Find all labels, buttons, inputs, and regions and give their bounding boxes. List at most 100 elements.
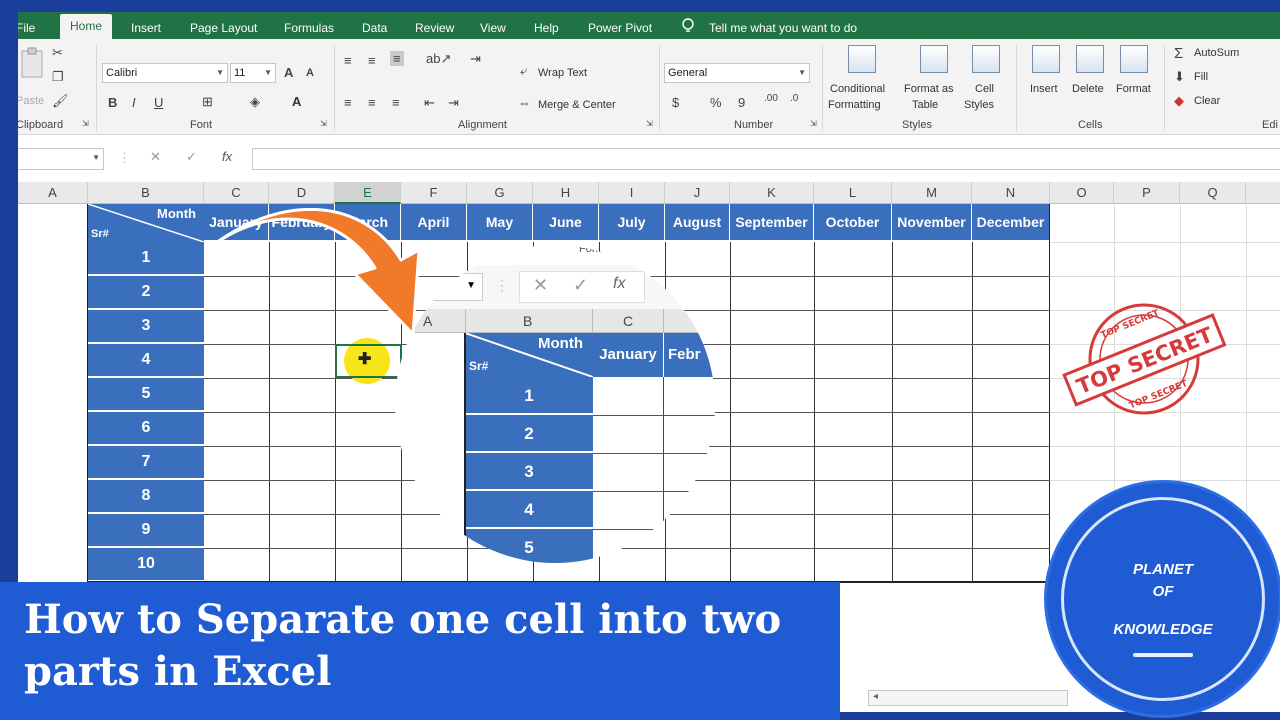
month-header[interactable]: November bbox=[892, 204, 972, 240]
column-header-p[interactable]: P bbox=[1114, 182, 1180, 204]
tab-file[interactable]: File bbox=[18, 17, 35, 39]
merge-center-icon[interactable]: ⇔ bbox=[518, 95, 531, 110]
column-header-q[interactable]: Q bbox=[1180, 182, 1246, 204]
month-header[interactable]: June bbox=[533, 204, 599, 240]
copy-icon[interactable]: ❐ bbox=[52, 69, 64, 85]
column-header-g[interactable]: G bbox=[467, 182, 533, 204]
conditional-formatting-icon[interactable] bbox=[848, 45, 876, 73]
column-header-a[interactable]: A bbox=[18, 182, 88, 204]
conditional-formatting-line2[interactable]: Formatting bbox=[828, 99, 881, 111]
cancel-icon[interactable]: ✕ bbox=[150, 149, 161, 165]
font-color-icon[interactable]: A bbox=[292, 94, 301, 109]
orientation-icon[interactable]: ab↗ bbox=[426, 51, 451, 67]
tab-help[interactable]: Help bbox=[534, 17, 559, 39]
serial-cell[interactable]: 2 bbox=[88, 276, 204, 310]
tab-power-pivot[interactable]: Power Pivot bbox=[588, 17, 652, 39]
tab-formulas[interactable]: Formulas bbox=[284, 17, 334, 39]
number-launcher-icon[interactable]: ⇲ bbox=[810, 119, 817, 128]
clear-icon[interactable]: ◆ bbox=[1174, 93, 1184, 109]
number-format-select[interactable]: General ▼ bbox=[664, 63, 810, 83]
bold-button[interactable]: B bbox=[108, 95, 117, 110]
clipboard-launcher-icon[interactable]: ⇲ bbox=[82, 119, 89, 128]
format-as-table-icon[interactable] bbox=[920, 45, 948, 73]
insert-cells-button[interactable]: Insert bbox=[1030, 83, 1058, 95]
tab-home[interactable]: Home bbox=[60, 14, 113, 39]
serial-cell[interactable]: 4 bbox=[88, 344, 204, 378]
cell-styles-line2[interactable]: Styles bbox=[964, 99, 994, 111]
tab-review[interactable]: Review bbox=[415, 17, 454, 39]
merge-center-button[interactable]: Merge & Center bbox=[538, 99, 616, 111]
insert-cells-icon[interactable] bbox=[1032, 45, 1060, 73]
clear-button[interactable]: Clear bbox=[1194, 95, 1220, 107]
column-header-j[interactable]: J bbox=[665, 182, 730, 204]
currency-icon[interactable]: $ bbox=[672, 95, 679, 110]
decrease-decimal-icon[interactable]: .0 bbox=[790, 93, 798, 104]
increase-indent-icon[interactable]: ⇥ bbox=[448, 95, 459, 111]
tab-page-layout[interactable]: Page Layout bbox=[190, 17, 257, 39]
serial-cell[interactable]: 10 bbox=[88, 548, 204, 582]
formula-input[interactable] bbox=[252, 148, 1280, 170]
serial-cell[interactable]: 1 bbox=[88, 242, 204, 276]
font-launcher-icon[interactable]: ⇲ bbox=[320, 119, 327, 128]
format-as-table-line2[interactable]: Table bbox=[912, 99, 938, 111]
column-header-d[interactable]: D bbox=[269, 182, 335, 204]
font-name-select[interactable]: Calibri ▼ bbox=[102, 63, 228, 83]
align-bottom-icon[interactable]: ≡ bbox=[390, 51, 404, 66]
indent-icon[interactable]: ⇥ bbox=[470, 51, 481, 67]
scroll-left-icon[interactable]: ◂ bbox=[873, 691, 878, 702]
percent-icon[interactable]: % bbox=[710, 95, 722, 110]
fill-button[interactable]: Fill bbox=[1194, 71, 1208, 83]
alignment-launcher-icon[interactable]: ⇲ bbox=[646, 119, 653, 128]
paste-icon[interactable] bbox=[20, 47, 48, 87]
align-center-icon[interactable]: ≡ bbox=[368, 95, 376, 110]
font-size-select[interactable]: 11 ▼ bbox=[230, 63, 276, 83]
month-header[interactable]: July bbox=[599, 204, 665, 240]
enter-icon[interactable]: ✓ bbox=[186, 149, 197, 165]
column-header-o[interactable]: O bbox=[1050, 182, 1114, 204]
delete-cells-button[interactable]: Delete bbox=[1072, 83, 1104, 95]
align-middle-icon[interactable]: ≡ bbox=[368, 53, 376, 68]
column-header-h[interactable]: H bbox=[533, 182, 599, 204]
column-header-k[interactable]: K bbox=[730, 182, 814, 204]
serial-cell[interactable]: 7 bbox=[88, 446, 204, 480]
delete-cells-icon[interactable] bbox=[1076, 45, 1104, 73]
month-header[interactable]: May bbox=[467, 204, 533, 240]
align-right-icon[interactable]: ≡ bbox=[392, 95, 400, 110]
borders-icon[interactable]: ⊞ bbox=[202, 94, 213, 110]
cell-styles-line1[interactable]: Cell bbox=[975, 83, 994, 95]
comma-icon[interactable]: 9 bbox=[738, 95, 745, 110]
serial-cell[interactable]: 9 bbox=[88, 514, 204, 548]
column-header-f[interactable]: F bbox=[401, 182, 467, 204]
align-top-icon[interactable]: ≡ bbox=[344, 53, 352, 68]
horizontal-scrollbar[interactable]: ◂ bbox=[868, 690, 1068, 706]
tell-me-search[interactable]: Tell me what you want to do bbox=[709, 17, 857, 39]
month-header[interactable]: September bbox=[730, 204, 814, 240]
decrease-font-icon[interactable]: A bbox=[306, 67, 314, 79]
autosum-button[interactable]: AutoSum bbox=[1194, 47, 1239, 59]
autosum-icon[interactable]: Σ bbox=[1174, 45, 1183, 62]
decrease-indent-icon[interactable]: ⇤ bbox=[424, 95, 435, 111]
corner-header-cell[interactable]: Month Sr# bbox=[88, 204, 204, 242]
month-header[interactable]: August bbox=[665, 204, 730, 240]
month-header[interactable]: October bbox=[814, 204, 892, 240]
column-header-r[interactable] bbox=[1246, 182, 1280, 204]
cell-styles-icon[interactable] bbox=[972, 45, 1000, 73]
column-header-b[interactable]: B bbox=[88, 182, 204, 204]
column-header-n[interactable]: N bbox=[972, 182, 1050, 204]
column-header-e[interactable]: E bbox=[335, 182, 401, 204]
wrap-text-button[interactable]: Wrap Text bbox=[538, 67, 587, 79]
format-painter-icon[interactable]: 🖌 bbox=[52, 93, 69, 109]
format-as-table-line1[interactable]: Format as bbox=[904, 83, 954, 95]
serial-cell[interactable]: 8 bbox=[88, 480, 204, 514]
italic-button[interactable]: I bbox=[132, 95, 136, 110]
column-header-m[interactable]: M bbox=[892, 182, 972, 204]
increase-font-icon[interactable]: A bbox=[284, 65, 293, 80]
tab-view[interactable]: View bbox=[480, 17, 506, 39]
align-left-icon[interactable]: ≡ bbox=[344, 95, 352, 110]
increase-decimal-icon[interactable]: .00 bbox=[764, 93, 778, 104]
name-box[interactable]: ▼ bbox=[18, 148, 104, 170]
format-cells-icon[interactable] bbox=[1120, 45, 1148, 73]
cut-icon[interactable]: ✂ bbox=[52, 45, 63, 61]
month-header[interactable]: December bbox=[972, 204, 1050, 240]
fill-icon[interactable]: ⬇ bbox=[1174, 69, 1185, 85]
